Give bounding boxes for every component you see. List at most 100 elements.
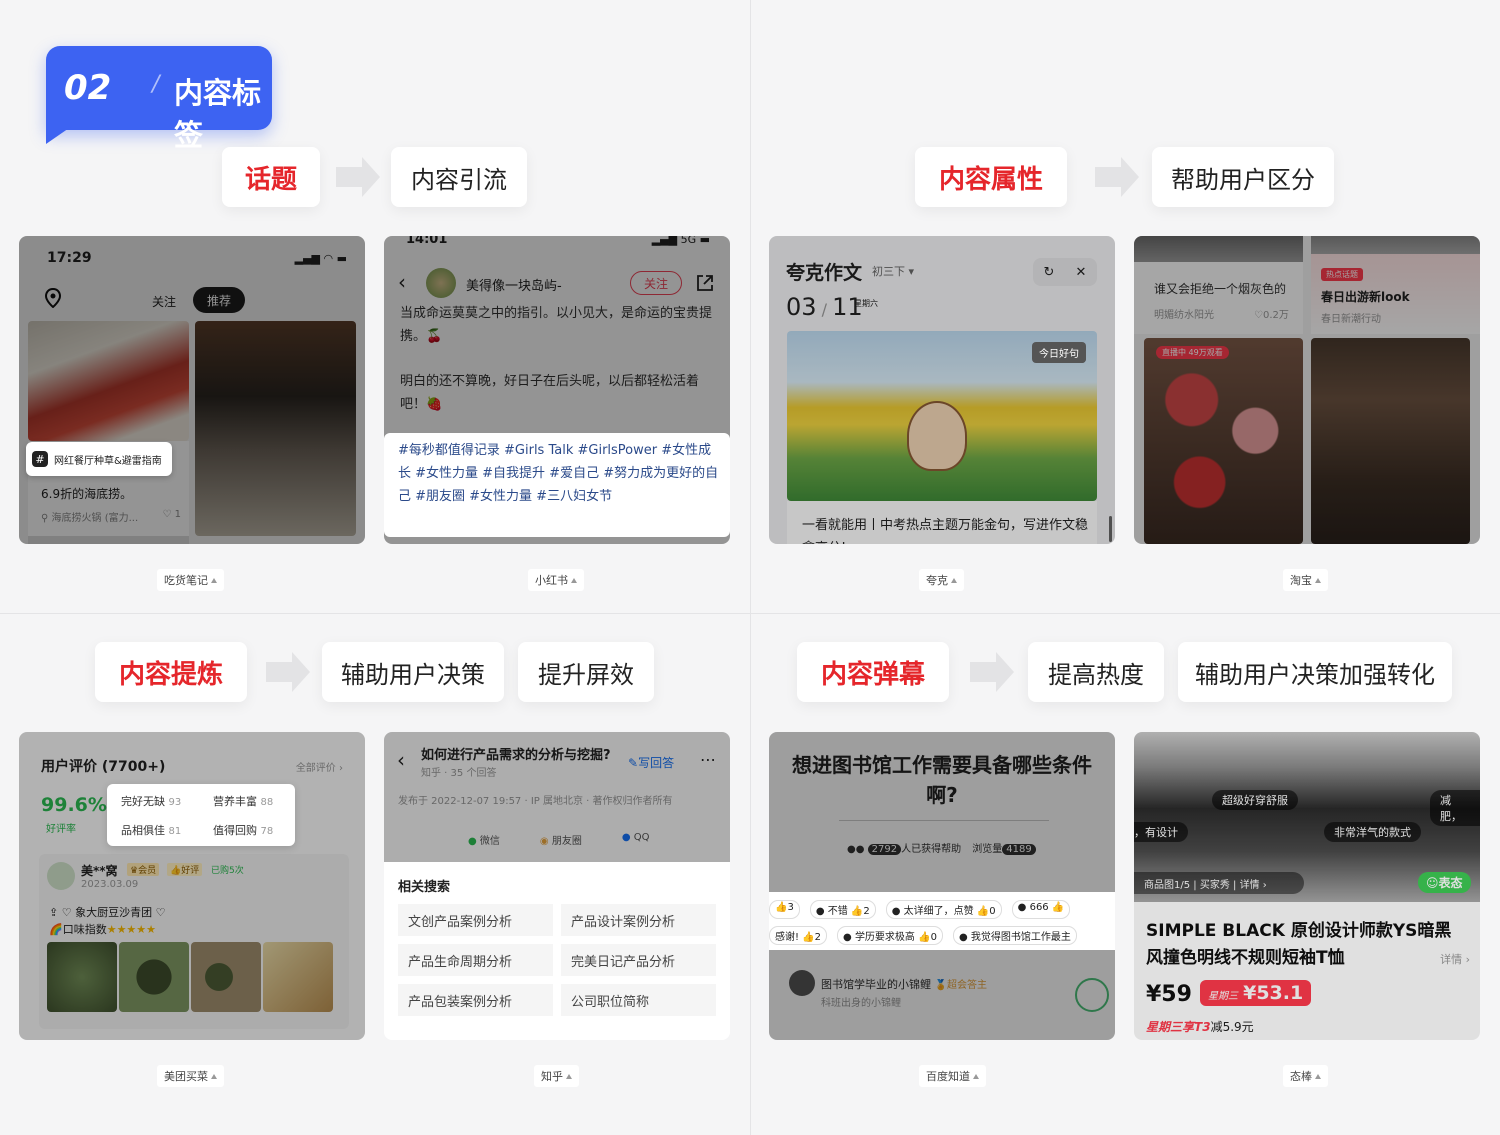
caret-up-icon [211, 577, 217, 583]
app-label-text: 美团买菜 [164, 1070, 208, 1083]
app-label: 淘宝 [1283, 569, 1328, 591]
dim-overlay [19, 732, 365, 1040]
badge-slash: / [152, 72, 160, 97]
dim-overlay [384, 732, 730, 862]
related-search-item[interactable]: 产品设计案例分析 [561, 904, 716, 936]
chip-label: 值得回购 [213, 824, 257, 837]
barrage-text: 不错 [827, 906, 848, 917]
app-label: 态棒 [1283, 1065, 1328, 1087]
screenshot-zhihu: ‹ 如何进行产品需求的分析与挖掘? 知乎 · 35 个回答 ✎写回答 ⋯ 发布于… [384, 732, 730, 1040]
caret-up-icon [1315, 577, 1321, 583]
barrage-item[interactable]: ● 我觉得图书馆工作最主 [952, 926, 1077, 945]
dim-overlay [19, 236, 365, 544]
related-search-item[interactable]: 产品生命周期分析 [398, 944, 553, 976]
section-title: 内容标签 [174, 76, 262, 152]
barrage-text: 太详细了，点赞 [903, 906, 974, 917]
barrage-text: 感谢! [775, 932, 800, 943]
barrage-item[interactable]: 👍3 [769, 900, 800, 919]
topic-tag[interactable]: # 网红餐厅种草&避雷指南 [26, 442, 172, 476]
arrow-icon [336, 157, 380, 197]
caret-up-icon [571, 577, 577, 583]
barrage-item[interactable]: 感谢! 👍2 [769, 926, 828, 945]
vertical-divider [750, 0, 751, 1135]
hashtag-icon: # [32, 451, 48, 467]
related-search-title: 相关搜索 [398, 880, 451, 895]
caret-up-icon [1315, 1073, 1321, 1079]
arrow-icon [970, 652, 1014, 692]
app-label-text: 夸克 [926, 574, 948, 587]
app-label-text: 知乎 [541, 1070, 563, 1083]
pill-decision: 辅助用户决策 [322, 642, 504, 702]
barrage-text: 3 [787, 902, 794, 913]
topic-tag-label: 网红餐厅种草&避雷指南 [54, 455, 162, 467]
screenshot-food-notes: 17:29 ▂▄▆ ◠ ▬ 关注 推荐 6.9折的海底捞。 ⚲ 海底捞火锅 (富… [19, 236, 365, 544]
screenshot-baidu-zhidao: 想进图书馆工作需要具备哪些条件啊? ●● 2792 人已获得帮助 浏览量 4189 … [769, 732, 1115, 1040]
chip-label: 完好无缺 [121, 795, 165, 808]
daily-quote-badge-highlight: 今日好句 [1032, 342, 1086, 363]
badge-tail [46, 126, 72, 144]
chip-count: 88 [260, 797, 274, 808]
pill-barrage: 内容弹幕 [797, 642, 949, 702]
app-label-text: 态棒 [1290, 1070, 1312, 1083]
chip-count: 78 [260, 826, 274, 837]
barrage-item[interactable]: ● 666 👍 [1011, 900, 1071, 919]
barrage-text: 666 [1029, 902, 1049, 913]
keyword-chip[interactable]: 值得回购 78 [213, 822, 273, 838]
app-label-text: 淘宝 [1290, 574, 1312, 587]
chip-count: 81 [168, 826, 182, 837]
hashtag-list[interactable]: #每秒都值得记录 #Girls Talk #GirlsPower #女性成长 #… [398, 439, 720, 508]
related-search-item[interactable]: 产品包装案例分析 [398, 984, 553, 1016]
app-label: 小红书 [528, 569, 584, 591]
arrow-icon [1095, 157, 1139, 197]
barrage-item[interactable]: ● 太详细了，点赞 👍0 [885, 900, 1002, 919]
app-label: 美团买菜 [157, 1065, 224, 1087]
chip-label: 品相俱佳 [121, 824, 165, 837]
caret-up-icon [566, 1073, 572, 1079]
caret-up-icon [211, 1073, 217, 1079]
app-label: 百度知道 [919, 1065, 986, 1087]
barrage-likes: 2 [863, 906, 870, 917]
horizontal-divider [0, 613, 1500, 614]
screenshot-taibang: 商品图1/5 | 买家秀 | 详情 › ☺表态 超级好穿舒服 减肥， ，有设计 … [1134, 732, 1480, 1040]
app-label: 夸克 [919, 569, 964, 591]
keyword-chip[interactable]: 营养丰富 88 [213, 793, 273, 809]
related-search-item[interactable]: 公司职位简称 [561, 984, 716, 1016]
related-search-item[interactable]: 文创产品案例分析 [398, 904, 553, 936]
pill-refine: 内容提炼 [95, 642, 247, 702]
barrage-likes: 2 [814, 932, 822, 943]
keyword-chip[interactable]: 完好无缺 93 [121, 793, 181, 809]
keyword-chip[interactable]: 品相俱佳 81 [121, 822, 181, 838]
barrage-likes: 0 [989, 906, 996, 917]
arrow-icon [266, 652, 310, 692]
app-label-text: 吃货笔记 [164, 574, 208, 587]
section-number: 02 [64, 68, 112, 108]
pill-conversion: 辅助用户决策加强转化 [1178, 642, 1452, 702]
chip-label: 营养丰富 [213, 795, 257, 808]
app-label-text: 小红书 [535, 574, 568, 587]
dim-overlay [769, 236, 1115, 544]
barrage-row-1: 👍3 ● 不错 👍2 ● 太详细了，点赞 👍0 ● 666 👍 [769, 900, 1071, 919]
barrage-item[interactable]: ● 不错 👍2 [809, 900, 876, 919]
app-label: 吃货笔记 [157, 569, 224, 591]
dim-overlay [1134, 732, 1480, 1040]
pill-attribute: 内容属性 [915, 147, 1067, 207]
screenshot-taobao: 谁又会拒绝一个烟灰色的 明媚纺水阳光 ♡0.2万 热点话题 春日出游新look … [1134, 236, 1480, 544]
pill-traffic: 内容引流 [391, 147, 527, 207]
section-badge: 02 / 内容标签 [46, 46, 272, 152]
caret-up-icon [951, 577, 957, 583]
screenshot-quark: 夸克作文 初三下 ▾ ↻✕ 03 / 11 星期六 今日好句 一看就能用丨中考热… [769, 236, 1115, 544]
pill-screen-efficiency: 提升屏效 [518, 642, 654, 702]
screenshot-meituan: 用户评价 (7700+) 全部评价 › 99.6% 好评率 美**窝 ♛会员 👍… [19, 732, 365, 1040]
barrage-text: 学历要求极高 [854, 932, 915, 943]
app-label-text: 百度知道 [926, 1070, 970, 1083]
pill-distinguish: 帮助用户区分 [1152, 147, 1334, 207]
barrage-text: 我觉得图书馆工作最主 [970, 932, 1071, 943]
app-label: 知乎 [534, 1065, 579, 1087]
chip-count: 93 [168, 797, 182, 808]
barrage-likes: 0 [930, 932, 937, 943]
related-search-item[interactable]: 完美日记产品分析 [561, 944, 716, 976]
caret-up-icon [973, 1073, 979, 1079]
pill-topic: 话题 [222, 147, 320, 207]
pill-heat: 提高热度 [1028, 642, 1164, 702]
barrage-item[interactable]: ● 学历要求极高 👍0 [837, 926, 943, 945]
